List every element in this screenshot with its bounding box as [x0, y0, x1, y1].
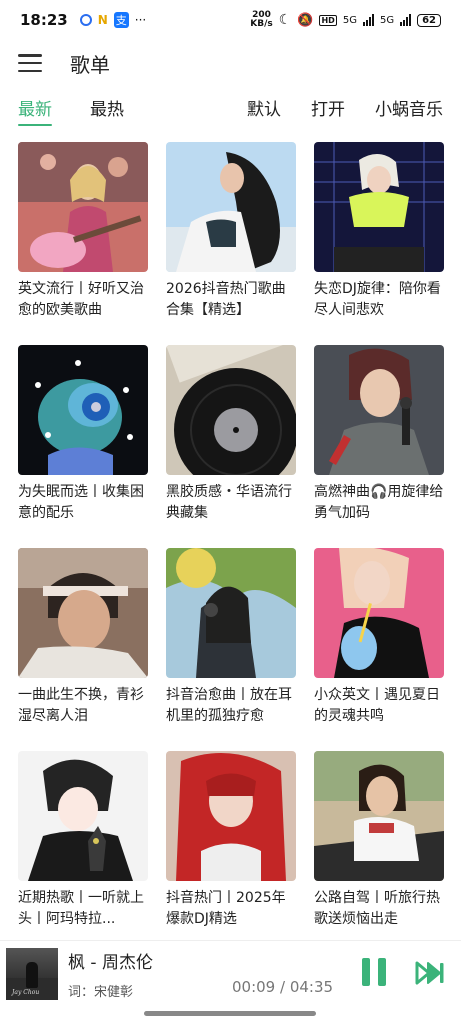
playlist-card[interactable]: 公路自驾丨听旅行热歌送烦恼出走: [314, 751, 444, 954]
album-signature: Jay Chou: [12, 988, 40, 996]
playlist-title: 为失眠而选丨收集困意的配乐: [18, 484, 144, 521]
cover-image: [314, 142, 444, 272]
playlist-cover: [18, 345, 148, 475]
playlist-cover: [314, 142, 444, 272]
playlist-cover: [18, 751, 148, 881]
player-controls: [362, 958, 445, 988]
playlist-title: 公路自驾丨听旅行热歌送烦恼出走: [314, 890, 440, 927]
pause-button[interactable]: [362, 958, 390, 988]
tab-latest[interactable]: 最新: [18, 95, 52, 126]
cover-image: [166, 751, 296, 881]
playlist-card[interactable]: 近期热歌丨一听就上头丨阿玛特拉...: [18, 751, 148, 954]
playlist-cover: [166, 751, 296, 881]
playlist-card[interactable]: 英文流行丨好听又治愈的欧美歌曲: [18, 142, 148, 345]
playlist-cover: [314, 548, 444, 678]
network-speed: 200 KB/s: [250, 10, 273, 29]
playlist-card[interactable]: 为失眠而选丨收集困意的配乐: [18, 345, 148, 548]
filter-tabs: 最新 最热 默认 打开 小蜗音乐: [0, 92, 461, 128]
signal-icon: [362, 14, 374, 26]
playlist-title: 近期热歌丨一听就上头丨阿玛特拉...: [18, 890, 144, 927]
playlist-cover: [166, 548, 296, 678]
playlist-cover: [18, 548, 148, 678]
playlist-card[interactable]: 抖音热门丨2025年爆款DJ精选: [166, 751, 296, 954]
next-track-icon[interactable]: [415, 958, 445, 988]
playlist-title: 高燃神曲🎧用旋律给勇气加码: [314, 484, 444, 521]
playlist-card[interactable]: 小众英文丨遇见夏日的灵魂共鸣: [314, 548, 444, 751]
moon-icon: ☾: [278, 12, 292, 28]
cover-image: [18, 345, 148, 475]
source-button[interactable]: 小蜗音乐: [375, 95, 443, 126]
playlist-title: 一曲此生不换，青衫湿尽离人泪: [18, 687, 144, 724]
hd-badge: HD: [319, 14, 337, 26]
playlist-title: 抖音治愈曲丨放在耳机里的孤独疗愈: [166, 687, 292, 724]
playlist-card[interactable]: 黑胶质感・华语流行典藏集: [166, 345, 296, 548]
song-title: 枫 - 周杰伦: [68, 952, 153, 973]
playlist-card[interactable]: 抖音治愈曲丨放在耳机里的孤独疗愈: [166, 548, 296, 751]
playback-time: 00:09 / 04:35: [232, 978, 334, 996]
cover-image: [166, 142, 296, 272]
app-header: 歌单: [0, 40, 461, 86]
home-indicator[interactable]: [144, 1011, 316, 1016]
signal-icon-2: [400, 14, 412, 26]
playlist-card[interactable]: 2026抖音热门歌曲合集【精选】: [166, 142, 296, 345]
playlist-cover: [314, 751, 444, 881]
playlist-card[interactable]: 一曲此生不换，青衫湿尽离人泪: [18, 548, 148, 751]
lyric-line: 词：宋健彰: [68, 984, 134, 1000]
battery-indicator: 62: [417, 13, 441, 27]
playlist-title: 2026抖音热门歌曲合集【精选】: [166, 281, 286, 318]
menu-icon[interactable]: [18, 54, 42, 72]
signal-5g-label: 5G: [342, 14, 357, 26]
playlist-grid: 英文流行丨好听又治愈的欧美歌曲 2026抖音热门歌曲合集【精选】 失恋DJ旋律：…: [18, 142, 444, 954]
cover-image: [314, 751, 444, 881]
cover-image: [314, 345, 444, 475]
playlist-title: 失恋DJ旋律：陪你看尽人间悲欢: [314, 281, 441, 318]
cover-image: [18, 548, 148, 678]
cover-image: [166, 345, 296, 475]
more-notifications-icon: ···: [134, 13, 147, 27]
cover-image: [18, 751, 148, 881]
app-notification-icon: [79, 14, 92, 26]
open-button[interactable]: 打开: [311, 95, 345, 126]
page-title: 歌单: [70, 52, 110, 77]
playlist-cover: [314, 345, 444, 475]
sort-default-button[interactable]: 默认: [247, 95, 281, 126]
playlist-title: 黑胶质感・华语流行典藏集: [166, 484, 292, 521]
app-notification-icon-2: N: [97, 13, 108, 27]
playlist-cover: [18, 142, 148, 272]
status-bar: 18:23 N 支 ··· 200 KB/s ☾ 🔕 HD 5G 5G 62: [0, 0, 461, 40]
playlist-cover: [166, 345, 296, 475]
alipay-icon: 支: [113, 12, 129, 28]
playlist-title: 小众英文丨遇见夏日的灵魂共鸣: [314, 687, 440, 724]
tab-hottest[interactable]: 最热: [90, 95, 124, 126]
signal-5g-label-2: 5G: [379, 14, 395, 26]
now-playing-info[interactable]: 枫 - 周杰伦 词：宋健彰: [68, 948, 153, 1000]
playlist-card[interactable]: 高燃神曲🎧用旋律给勇气加码: [314, 345, 444, 548]
playlist-title: 抖音热门丨2025年爆款DJ精选: [166, 890, 286, 927]
playlist-cover: [166, 142, 296, 272]
cover-image: [314, 548, 444, 678]
cover-image: [166, 548, 296, 678]
cover-image: [18, 142, 148, 272]
mute-icon: 🔕: [297, 12, 314, 28]
album-art[interactable]: Jay Chou: [6, 947, 58, 1000]
status-time: 18:23: [20, 11, 68, 29]
playlist-card[interactable]: 失恋DJ旋律：陪你看尽人间悲欢: [314, 142, 444, 345]
playlist-title: 英文流行丨好听又治愈的欧美歌曲: [18, 281, 144, 318]
